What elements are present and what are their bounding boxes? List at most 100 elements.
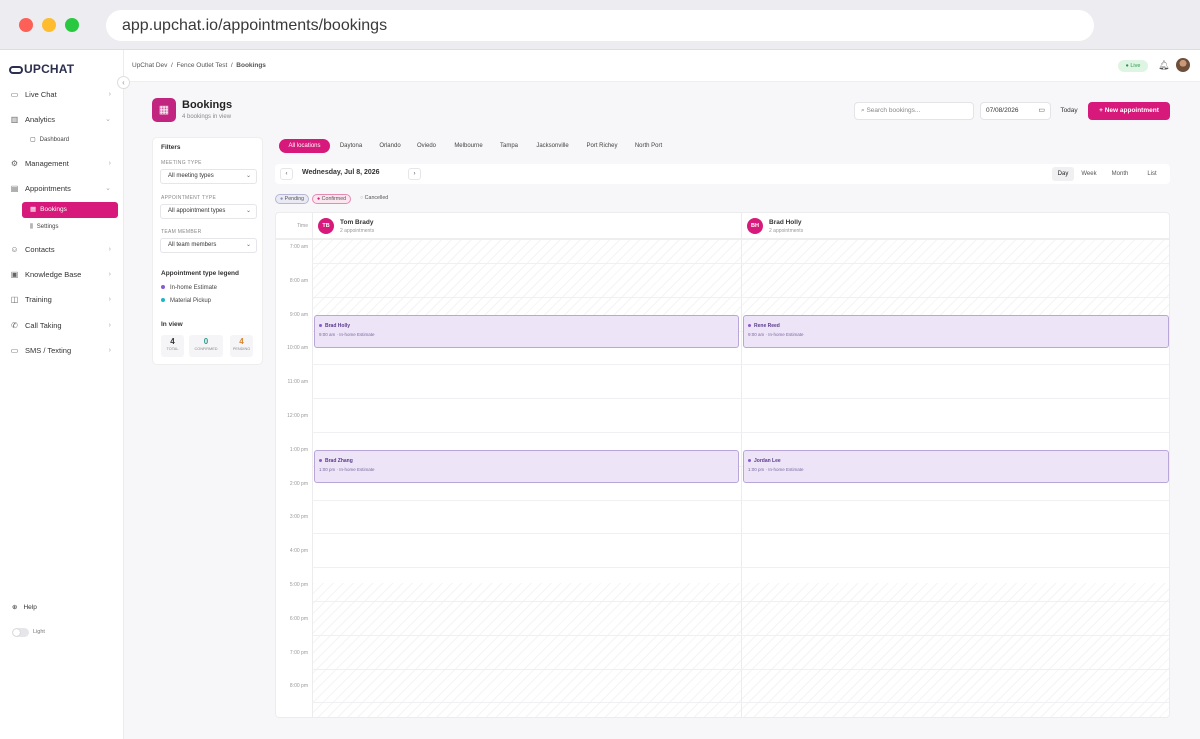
hour-gridline (312, 702, 1169, 704)
time-column-header: Time (276, 213, 312, 239)
search-input[interactable]: ⌕ Search bookings... (854, 102, 974, 120)
current-date: Wednesday, Jul 8, 2026 (302, 169, 380, 176)
breadcrumb-item[interactable]: UpChat Dev (132, 62, 167, 69)
breadcrumb-current: Bookings (236, 62, 266, 69)
date-input[interactable]: 07/08/2026 ▭ (980, 102, 1051, 120)
time-label: 3:00 pm (289, 514, 308, 521)
meeting-type-select[interactable]: All meeting types ⌄ (160, 169, 257, 184)
appointment-type-select[interactable]: All appointment types ⌄ (160, 204, 257, 219)
location-tab[interactable]: Orlando (373, 139, 407, 153)
sidebar-item-live-chat[interactable]: ▭ Live Chat › (10, 86, 114, 104)
avatar: TB (318, 218, 334, 234)
location-tab[interactable]: Port Richey (580, 139, 624, 153)
sidebar-item-contacts[interactable]: ☺ Contacts › (10, 241, 114, 259)
legend-item: Material Pickup (161, 298, 211, 304)
hour-gridline (312, 398, 1169, 400)
appointment-type-label: APPOINTMENT TYPE (161, 195, 217, 201)
appointment-block[interactable]: Brad Zhang 1:00 pm · In-home Estimate (314, 450, 739, 483)
sidebar-item-bookings[interactable]: ▦ Bookings (22, 202, 118, 218)
hour-gridline (312, 601, 1169, 602)
staff-appointment-count: 2 appointments (340, 228, 375, 234)
sidebar-item-sms-texting[interactable]: ▭ SMS / Texting › (10, 342, 114, 360)
legend-dot (161, 298, 165, 303)
new-appointment-button[interactable]: + New appointment (1088, 102, 1170, 120)
sidebar-item-training[interactable]: ◫ Training › (10, 291, 114, 309)
chevron-down-icon: ⌄ (245, 242, 251, 248)
stat-total: 4 TOTAL (161, 335, 184, 357)
filters-title: Filters (161, 144, 181, 151)
sidebar-item-appointments[interactable]: ▤ Appointments ⌄ (10, 180, 114, 198)
address-bar[interactable]: app.upchat.io/appointments/bookings (106, 10, 1094, 41)
location-tab[interactable]: Daytona (334, 139, 368, 153)
chevron-right-icon: › (108, 347, 111, 354)
calendar-icon: ▤ (10, 184, 19, 193)
location-tab[interactable]: North Port (628, 139, 669, 153)
hour-gridline (312, 567, 1169, 569)
analytics-icon: ▥ (10, 115, 19, 124)
location-tab[interactable]: Oviedo (411, 139, 442, 153)
user-avatar[interactable] (1176, 58, 1190, 72)
view-week-button[interactable]: Week (1077, 167, 1101, 181)
staff-column-header: BH Brad Holly 2 appointments (741, 213, 1169, 239)
collapse-sidebar-button[interactable]: ‹ (117, 76, 130, 89)
breadcrumb-item[interactable]: Fence Outlet Test (176, 62, 227, 69)
status-cancelled-chip[interactable]: ○ Cancelled (356, 194, 392, 204)
gear-icon: ⚙ (10, 159, 19, 168)
chevron-right-icon: › (108, 91, 111, 98)
location-tab[interactable]: Melbourne (447, 139, 490, 153)
logo-icon (9, 65, 23, 74)
sidebar-item-knowledge-base[interactable]: ▣ Knowledge Base › (10, 266, 114, 284)
settings-icon: ⫼ (30, 224, 33, 230)
time-label: 7:00 pm (289, 649, 308, 656)
sidebar-item-call-taking[interactable]: ✆ Call Taking › (10, 317, 114, 335)
help-link[interactable]: ⊕ Help (12, 603, 37, 611)
chevron-right-icon: › (108, 296, 111, 303)
location-tab[interactable]: Jacksonville (529, 139, 576, 153)
hour-gridline (312, 533, 1169, 535)
next-day-button[interactable]: › (408, 168, 421, 180)
legend-dot (161, 285, 165, 290)
chevron-down-icon: ⌄ (245, 208, 251, 214)
sidebar-item-management[interactable]: ⚙ Management › (10, 155, 114, 173)
view-list-button[interactable]: List (1141, 167, 1163, 181)
date-navigation-bar: ‹ Wednesday, Jul 8, 2026 › Day Week Mont… (275, 164, 1170, 184)
appointment-block[interactable]: Rene Reed 9:00 am · In-home Estimate (743, 315, 1169, 348)
status-pending-chip[interactable]: ● Pending (275, 194, 310, 204)
hour-gridline (312, 296, 1169, 298)
status-dot (319, 459, 322, 463)
time-label: 4:00 pm (289, 548, 308, 555)
time-label: 7:00 am (289, 244, 308, 250)
status-confirmed-chip[interactable]: ● Confirmed (312, 194, 352, 204)
theme-toggle[interactable] (12, 628, 29, 637)
chevron-down-icon: ⌄ (105, 185, 111, 192)
status-dot (319, 324, 322, 328)
view-day-button[interactable]: Day (1052, 167, 1074, 181)
team-member-select[interactable]: All team members ⌄ (160, 238, 257, 253)
close-window-button[interactable] (19, 18, 33, 32)
phone-icon: ✆ (11, 321, 18, 330)
hour-gridline (312, 499, 1169, 501)
sidebar-item-dashboard[interactable]: ▢ Dashboard (22, 132, 118, 148)
legend-item: In-home Estimate (161, 285, 217, 291)
view-month-button[interactable]: Month (1105, 167, 1135, 181)
live-status-badge: ● Live (1118, 60, 1148, 72)
hour-gridline (312, 263, 1169, 264)
location-tab[interactable]: Tampa (494, 139, 524, 153)
time-label: 8:00 pm (289, 683, 308, 690)
page-title: Bookings (182, 99, 233, 111)
status-dot (748, 459, 751, 463)
appointment-block[interactable]: Jordan Lee 1:00 pm · In-home Estimate (743, 450, 1169, 483)
minimize-window-button[interactable] (42, 18, 56, 32)
time-label: 11:00 am (287, 379, 308, 386)
location-tab-all[interactable]: All locations (279, 139, 330, 153)
previous-day-button[interactable]: ‹ (280, 168, 293, 180)
sidebar-item-settings[interactable]: ⫼ Settings (22, 219, 118, 235)
sidebar-item-analytics[interactable]: ▥ Analytics ⌄ (10, 111, 114, 129)
today-button[interactable]: Today (1054, 102, 1084, 120)
upchat-logo[interactable]: UPCHAT (9, 62, 74, 76)
appointment-block[interactable]: Brad Holly 9:00 am · In-home Estimate (314, 315, 739, 348)
bell-icon[interactable]: 🔔︎ (1158, 60, 1169, 71)
book-icon: ▣ (10, 270, 19, 279)
maximize-window-button[interactable] (65, 18, 79, 32)
hour-gridline (312, 432, 1169, 433)
